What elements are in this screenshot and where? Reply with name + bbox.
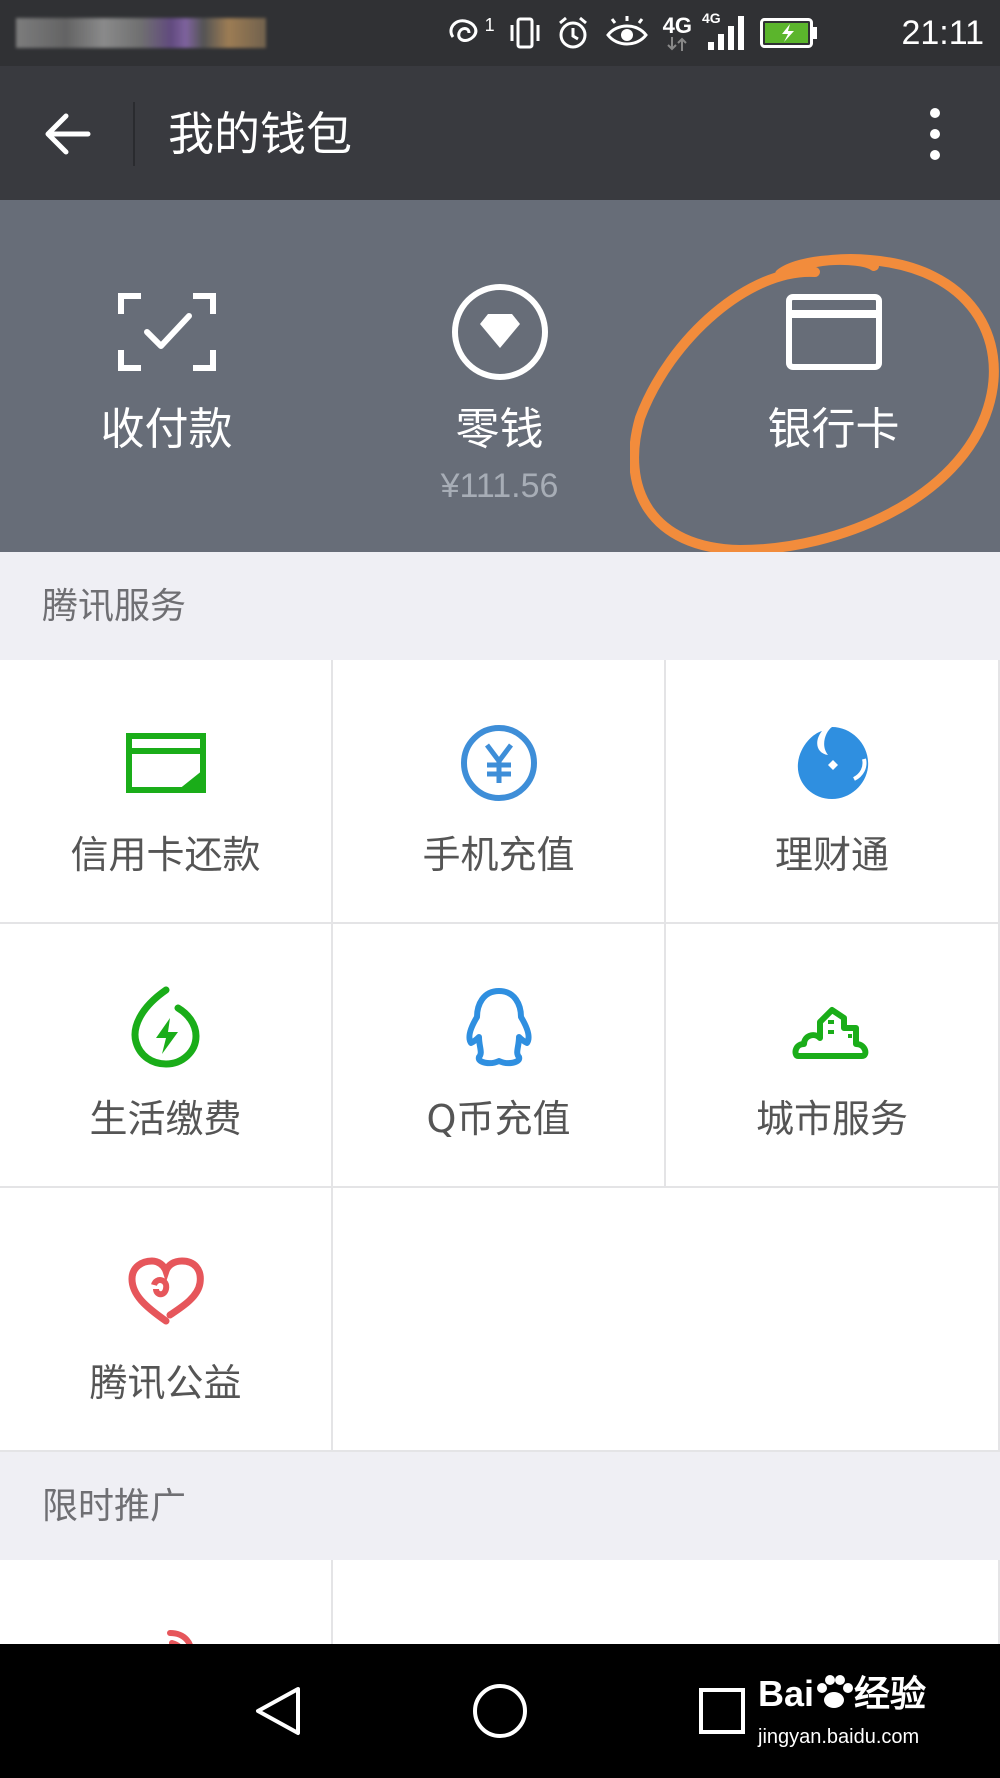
arrow-left-icon xyxy=(45,113,91,155)
signal-icon: 4G xyxy=(702,10,746,52)
section-title: 腾讯服务 xyxy=(42,586,187,627)
empty-grid-cell xyxy=(333,1188,1000,1452)
app-bar-divider xyxy=(133,102,135,166)
promo-item[interactable] xyxy=(0,1560,333,1644)
status-icons: 1 4G 4G xyxy=(445,10,818,54)
receive-pay-item[interactable]: 收付款 xyxy=(0,200,333,552)
bank-card-item[interactable]: 银行卡 xyxy=(667,200,1000,552)
nav-recents-button[interactable] xyxy=(672,1674,772,1748)
back-button[interactable] xyxy=(28,94,108,174)
lightning-icon xyxy=(121,982,211,1072)
alarm-icon xyxy=(555,15,591,51)
more-vertical-icon xyxy=(930,108,940,160)
watermark-logo: Bai 经验 xyxy=(758,1670,926,1718)
diamond-circle-icon xyxy=(450,282,550,382)
wallet-screen: 1 4G 4G 21:11 我的钱包 收付款 零钱 ¥111.56 银行卡 腾讯… xyxy=(0,0,1000,1778)
service-label: Q币充值 xyxy=(426,1097,571,1141)
bank-card-icon xyxy=(784,282,884,382)
back-triangle-icon xyxy=(256,1687,300,1735)
city-icon xyxy=(787,982,877,1072)
blurred-notification-icons xyxy=(16,18,266,48)
promo-wifi-icon xyxy=(121,1618,211,1644)
yuan-circle-icon xyxy=(454,718,544,808)
service-city-services[interactable]: 城市服务 xyxy=(666,924,1000,1188)
more-options-button[interactable] xyxy=(900,102,970,166)
page-title: 我的钱包 xyxy=(168,107,352,161)
network-label-small: 4G xyxy=(702,10,721,26)
vibrate-icon xyxy=(509,15,541,51)
network-label: 4G xyxy=(662,13,692,38)
balance-amount: ¥111.56 xyxy=(440,467,559,505)
nav-home-button[interactable] xyxy=(450,1674,550,1748)
heart-icon xyxy=(121,1246,211,1336)
penguin-icon xyxy=(454,982,544,1072)
service-mobile-topup[interactable]: 手机充值 xyxy=(333,660,666,924)
service-credit-card-repay[interactable]: 信用卡还款 xyxy=(0,660,333,924)
bank-card-label: 银行卡 xyxy=(767,404,900,455)
section-header-limited-promo: 限时推广 xyxy=(0,1452,1000,1560)
nav-back-button[interactable] xyxy=(228,1674,328,1748)
home-circle-icon xyxy=(473,1684,527,1738)
app-bar: 我的钱包 xyxy=(0,66,1000,200)
section-title: 限时推广 xyxy=(42,1486,187,1527)
promo-empty-cell xyxy=(333,1560,1000,1644)
status-bar: 1 4G 4G 21:11 xyxy=(0,0,1000,66)
eye-icon xyxy=(605,15,649,51)
service-charity[interactable]: 腾讯公益 xyxy=(0,1188,333,1452)
wallet-header-panel: 收付款 零钱 ¥111.56 银行卡 xyxy=(0,200,1000,552)
service-qcoin-topup[interactable]: Q币充值 xyxy=(333,924,666,1188)
service-label: 信用卡还款 xyxy=(70,833,261,877)
recents-square-icon xyxy=(699,1688,745,1734)
service-utility-bills[interactable]: 生活缴费 xyxy=(0,924,333,1188)
watermark-brand-cn: 经验 xyxy=(854,1673,927,1714)
balance-label: 零钱 xyxy=(455,404,544,455)
sim-badge: 1 xyxy=(484,15,495,35)
watermark-brand: Bai xyxy=(758,1673,815,1714)
watermark-url: jingyan.baidu.com xyxy=(758,1726,920,1748)
tencent-services-grid: 信用卡还款 手机充值 理财通 生活缴费 Q币充值 城市服务 腾讯公益 xyxy=(0,660,1000,1452)
section-header-tencent-services: 腾讯服务 xyxy=(0,552,1000,660)
service-label: 城市服务 xyxy=(755,1097,908,1141)
service-label: 生活缴费 xyxy=(89,1097,242,1141)
service-label: 理财通 xyxy=(774,833,889,877)
service-label: 腾讯公益 xyxy=(89,1361,242,1405)
system-nav-bar: Bai 经验 jingyan.baidu.com xyxy=(0,1644,1000,1778)
credit-card-icon xyxy=(121,718,211,808)
hd-call-icon: 1 xyxy=(445,15,495,51)
service-wealth[interactable]: 理财通 xyxy=(666,660,1000,924)
network-4g-icon: 4G xyxy=(663,15,692,51)
wealth-icon xyxy=(787,718,877,808)
status-time: 21:11 xyxy=(901,14,984,52)
scan-check-icon xyxy=(117,282,217,382)
baidu-jingyan-watermark: Bai 经验 jingyan.baidu.com xyxy=(758,1670,948,1760)
receive-pay-label: 收付款 xyxy=(100,404,233,455)
service-label: 手机充值 xyxy=(422,833,575,877)
balance-item[interactable]: 零钱 ¥111.56 xyxy=(333,200,666,552)
promo-grid xyxy=(0,1560,1000,1644)
paw-icon xyxy=(817,1675,854,1708)
battery-charging-icon xyxy=(760,18,818,48)
